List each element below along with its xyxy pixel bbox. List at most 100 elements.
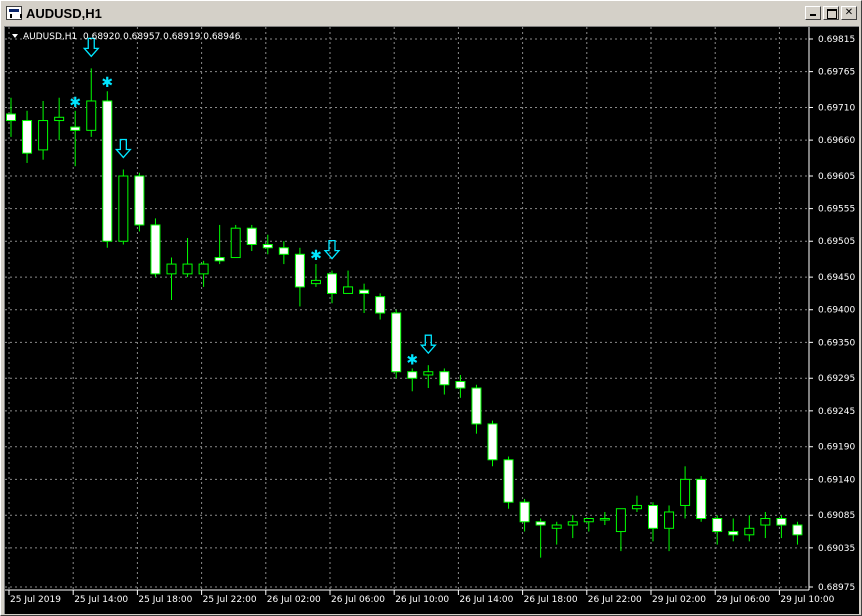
candle-body-bear — [6, 113, 16, 122]
candle-body-bull — [744, 527, 755, 536]
candle-body-bear — [728, 531, 739, 536]
signal-star-icon: ✱ — [101, 75, 113, 91]
price-tick-label: 0.69555 — [818, 205, 855, 215]
candle-body-bear — [776, 518, 787, 526]
candle-body-bull — [86, 100, 97, 131]
candle-body-bear — [696, 478, 707, 520]
candle-body-bull — [230, 227, 241, 259]
candle — [294, 247, 305, 307]
candle — [631, 495, 642, 512]
candle-body-bull — [310, 279, 321, 285]
time-tick-label: 29 Jul 10:00 — [780, 595, 834, 605]
candle — [696, 476, 707, 522]
candle-body-bear — [70, 126, 81, 131]
signal-star-icon: ✱ — [406, 352, 418, 368]
candle — [118, 169, 129, 245]
chart-header: AUDUSD,H1 0.68920 0.68957 0.68919 0.6894… — [12, 32, 241, 42]
candle-body-bear — [648, 504, 658, 529]
candle-body-bear — [712, 518, 723, 533]
candle — [246, 224, 257, 252]
window-titlebar[interactable]: AUDUSD,H1 ✕ — [3, 3, 859, 23]
candle-body-bull — [182, 263, 193, 275]
candle — [407, 368, 418, 392]
candle — [551, 521, 562, 545]
chart-area[interactable]: ✱ ✱ ✱ ✱ 0.69815 0.69765 0.69710 0.69660 0.69605… — [4, 26, 859, 614]
chart-window: AUDUSD,H1 ✕ ✱ ✱ ✱ ✱ 0.69815 0.69765 0.69710 0.… — [0, 0, 862, 616]
ohlc-values: 0.68920 0.68957 0.68919 0.68946 — [83, 32, 241, 42]
candle-body-bull — [166, 263, 177, 275]
candle-body-bear — [535, 521, 546, 526]
candle-body-bear — [407, 371, 418, 379]
time-tick-label: 26 Jul 06:00 — [331, 595, 385, 605]
minimize-button[interactable] — [805, 6, 821, 20]
time-axis[interactable]: 25 Jul 2019 25 Jul 14:00 25 Jul 18:00 25 Ju… — [8, 590, 835, 605]
candle-body-bear — [792, 524, 803, 536]
price-tick-label: 0.69035 — [818, 544, 855, 554]
close-button[interactable]: ✕ — [841, 6, 857, 20]
price-tick-label: 0.69660 — [818, 136, 855, 146]
candle — [391, 309, 402, 379]
candle — [583, 518, 594, 532]
candle-body-bull — [631, 504, 642, 510]
candle — [615, 508, 626, 552]
candle-body-bear — [294, 253, 305, 288]
time-tick-label: 26 Jul 10:00 — [395, 595, 449, 605]
candle-body-bear — [375, 296, 386, 314]
price-tick-label: 0.69505 — [818, 237, 855, 247]
time-tick-label: 29 Jul 02:00 — [652, 595, 706, 605]
candle — [134, 172, 145, 232]
candle-body-bear — [471, 387, 482, 425]
signal-star-icon: ✱ — [69, 95, 81, 111]
window-title: AUDUSD,H1 — [26, 5, 102, 21]
candle — [22, 110, 33, 163]
candle-body-bear — [487, 423, 498, 461]
candle-body-bear — [359, 289, 370, 294]
price-tick-label: 0.69765 — [818, 68, 855, 78]
candle — [359, 283, 370, 313]
candle-body-bear — [327, 273, 337, 294]
candle-body-bear — [391, 312, 402, 373]
window-controls: ✕ — [805, 6, 857, 20]
candlestick-chart[interactable]: ✱ ✱ ✱ ✱ 0.69815 0.69765 0.69710 0.69660 0.69605… — [5, 27, 859, 614]
time-tick-label: 25 Jul 14:00 — [74, 595, 128, 605]
candle — [70, 110, 81, 167]
candle — [535, 518, 546, 558]
candle — [6, 97, 16, 137]
price-tick-label: 0.69710 — [818, 104, 855, 114]
candle-body-bull — [760, 518, 771, 526]
time-tick-label: 26 Jul 22:00 — [588, 595, 642, 605]
candle — [327, 270, 337, 304]
price-tick-label: 0.69605 — [818, 172, 855, 182]
signal-arrow-down-icon — [419, 334, 437, 355]
signal-arrow-down-icon — [114, 138, 132, 159]
candle-body-bull — [599, 518, 610, 521]
candle-body-bear — [150, 224, 161, 275]
price-axis[interactable]: 0.69815 0.69765 0.69710 0.69660 0.69605 0.695… — [809, 35, 855, 593]
candle — [375, 293, 386, 320]
candle — [439, 368, 450, 395]
candle — [86, 68, 97, 137]
candle — [182, 237, 193, 278]
candle-body-bear — [134, 175, 145, 226]
candle — [680, 466, 691, 519]
candle-body-bull — [54, 116, 65, 122]
time-tick-label: 29 Jul 06:00 — [716, 595, 770, 605]
time-tick-label: 25 Jul 22:00 — [203, 595, 257, 605]
price-tick-label: 0.69400 — [818, 306, 855, 316]
candle-body-bull — [118, 175, 129, 242]
candle — [166, 257, 177, 300]
signal-star-icon: ✱ — [310, 248, 322, 264]
candle — [792, 521, 803, 545]
candle-body-bear — [278, 247, 289, 255]
candle — [487, 420, 498, 467]
candle-body-bull — [680, 478, 691, 506]
candle — [599, 511, 610, 526]
maximize-button[interactable] — [823, 6, 839, 20]
candle-body-bull — [198, 263, 209, 275]
candle-body-bull — [583, 518, 594, 523]
price-tick-label: 0.68975 — [818, 583, 855, 593]
candle — [567, 515, 578, 539]
dropdown-triangle-icon[interactable] — [12, 34, 18, 38]
candle — [38, 100, 49, 160]
candle-body-bear — [439, 371, 450, 386]
